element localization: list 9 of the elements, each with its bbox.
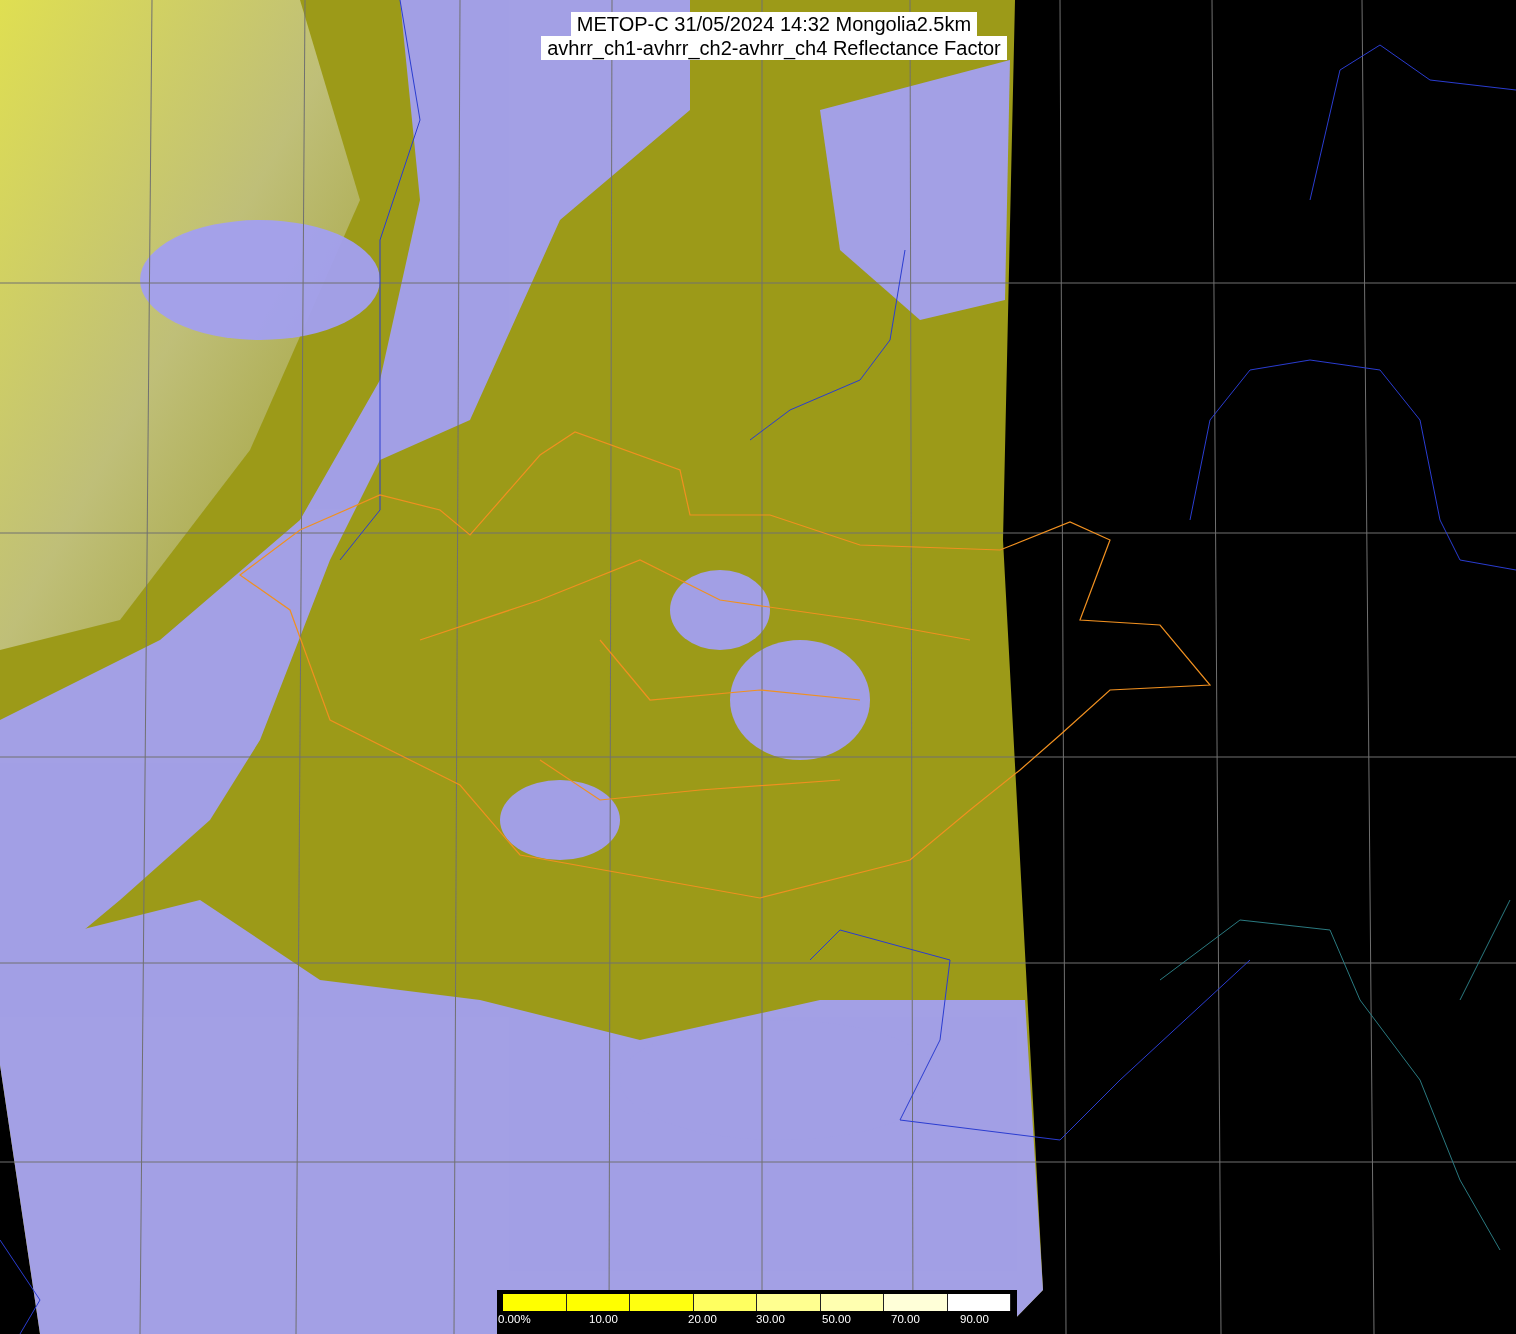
tick-label: 10.00: [589, 1313, 618, 1325]
tick-label: 30.00: [756, 1313, 785, 1325]
image-title: METOP-C 31/05/2024 14:32 Mongolia2.5km: [570, 12, 978, 36]
tick-label: 70.00: [891, 1313, 920, 1325]
tick-label: 0.00%: [498, 1313, 531, 1325]
image-title: avhrr_ch1-avhrr_ch2-avhrr_ch4 Reflectance Factor: [541, 36, 1007, 60]
tick-label: 90.00: [960, 1313, 989, 1325]
tick-label: 50.00: [822, 1313, 851, 1325]
tick-label: 20.00: [688, 1313, 717, 1325]
